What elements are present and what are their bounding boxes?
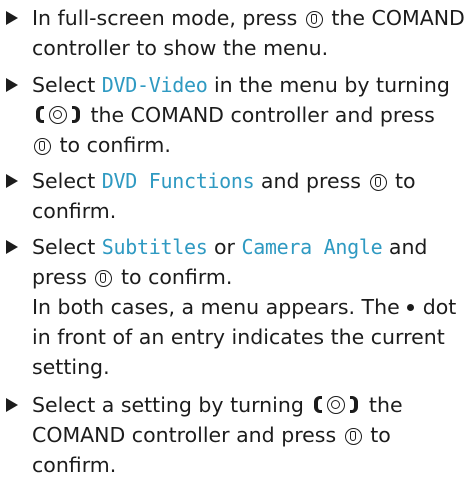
menu-item-dvd-video: DVD-Video [101,73,208,97]
step-1-line-2: controller to show the menu. [32,36,329,60]
step-3-line-2: confirm. [32,199,117,223]
press-controller-icon [305,11,323,28]
step-2-line-1-end: in the menu by turning [207,73,450,97]
step-4-line-2-start: press [32,265,94,289]
step-5-line-1-start: Select a setting by turning [32,393,311,417]
instruction-page: In full-screen mode, press the COMAND co… [0,0,469,485]
step-4-line-1-mid: or [207,235,242,259]
menu-item-dvd-functions: DVD Functions [101,169,255,193]
press-controller-icon [34,138,51,155]
step-5-line-2-end: to [363,423,391,447]
press-controller-icon [344,428,362,445]
step-4-line-1-end: and [382,235,428,259]
step-4-line-1-start: Select [32,235,102,259]
press-controller-icon [95,270,113,287]
step-2-text: Select DVD-Video in the menu by turning … [32,70,464,160]
step-1-text: In full-screen mode, press the COMAND co… [32,3,465,63]
step-5-line-1-end: the [362,393,403,417]
step-3-text: Select DVD Functions and press to confir… [32,166,464,226]
step-2-line-2-text: the COMAND controller and press [84,103,435,127]
step-4-text: Select Subtitles or Camera Angle and pre… [32,232,464,382]
triangle-bullet-icon [6,174,18,188]
step-1-line-1-end: the COMAND [324,6,465,30]
menu-item-subtitles: Subtitles [101,235,208,259]
step-3-line-1-mid: and press [254,169,368,193]
triangle-bullet-icon [6,78,18,92]
current-setting-dot-icon [406,304,414,311]
step-4-line-2-end: to confirm. [114,265,233,289]
triangle-bullet-icon [6,398,18,412]
result-line-3: setting. [32,355,110,379]
menu-item-camera-angle: Camera Angle [241,235,383,259]
step-2-line-3-text: to confirm. [53,133,171,157]
step-3-line-1-start: Select [32,169,102,193]
result-line-1-start: In both cases, a menu appears. The [32,295,400,319]
triangle-bullet-icon [6,11,18,25]
step-5-text: Select a setting by turning the COMAND c… [32,390,464,480]
press-controller-icon [369,174,387,191]
result-line-1-end: dot [422,295,457,319]
step-5-line-3: confirm. [32,453,117,477]
step-2-line-1-start: Select [32,73,102,97]
triangle-bullet-icon [6,240,18,254]
turn-controller-icon [312,395,360,415]
step-5-line-2-start: COMAND controller and press [32,423,343,447]
turn-controller-icon [34,105,82,125]
result-line-2: in front of an entry indicates the curre… [32,325,445,349]
step-3-line-1-end: to [388,169,416,193]
step-1-line-1-start: In full-screen mode, press [32,6,304,30]
